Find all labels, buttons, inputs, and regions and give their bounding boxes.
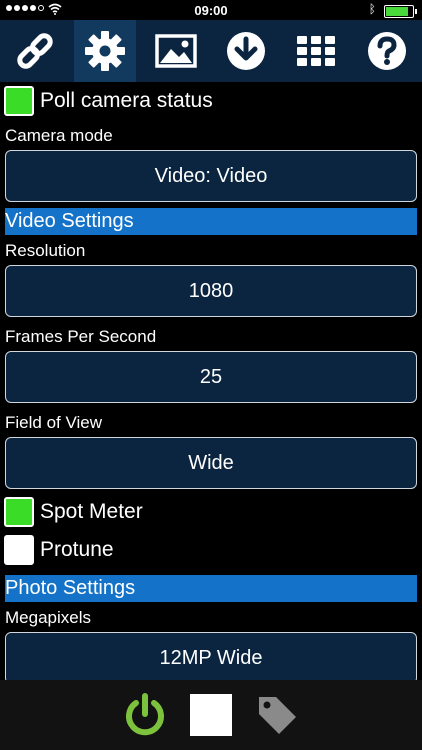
megapixels-select[interactable]: 12MP Wide <box>5 632 417 680</box>
camera-mode-select[interactable]: Video: Video <box>5 150 417 202</box>
spot-meter-checkbox[interactable] <box>4 497 34 527</box>
protune-row[interactable]: Protune <box>0 531 422 569</box>
video-settings-header: Video Settings <box>5 208 417 235</box>
stop-button[interactable] <box>187 691 235 739</box>
apps-tab[interactable] <box>285 20 347 82</box>
link-icon <box>17 33 53 69</box>
resolution-value: 1080 <box>188 279 234 302</box>
gallery-tab[interactable] <box>145 20 207 82</box>
spot-meter-label: Spot Meter <box>40 500 143 523</box>
bluetooth-icon: ᛒ <box>368 2 376 16</box>
grid-apps-icon <box>297 36 336 66</box>
settings-tab[interactable] <box>74 20 137 82</box>
protune-checkbox[interactable] <box>4 535 34 565</box>
fps-select[interactable]: 25 <box>5 351 417 403</box>
tag-icon <box>259 697 296 734</box>
megapixels-value: 12MP Wide <box>159 646 263 669</box>
spot-meter-row[interactable]: Spot Meter <box>0 493 422 531</box>
stop-icon <box>190 694 232 736</box>
bottom-action-bar <box>0 680 422 750</box>
settings-gear-icon <box>85 31 126 71</box>
gallery-image-icon <box>155 34 197 68</box>
power-icon <box>126 693 164 736</box>
status-bar: 09:00 ᛒ <box>0 0 422 20</box>
protune-label: Protune <box>40 538 114 561</box>
settings-list[interactable]: Poll camera status Camera mode Video: Vi… <box>0 82 422 680</box>
poll-camera-status-checkbox[interactable] <box>4 86 34 116</box>
download-tab[interactable] <box>215 20 277 82</box>
camera-mode-label: Camera mode <box>5 126 113 145</box>
status-time: 09:00 <box>194 3 228 18</box>
help-icon <box>367 32 406 70</box>
photo-settings-header: Photo Settings <box>5 575 417 602</box>
top-toolbar <box>0 20 422 82</box>
megapixels-label: Megapixels <box>5 608 91 627</box>
download-icon <box>227 32 266 70</box>
fps-value: 25 <box>199 365 223 388</box>
help-tab[interactable] <box>356 20 418 82</box>
fov-select[interactable]: Wide <box>5 437 417 489</box>
battery-icon <box>384 5 417 18</box>
resolution-select[interactable]: 1080 <box>5 265 417 317</box>
camera-mode-value: Video: Video <box>154 164 268 187</box>
fov-label: Field of View <box>5 413 103 432</box>
power-button[interactable] <box>121 691 169 739</box>
resolution-label: Resolution <box>5 241 86 260</box>
tag-button[interactable] <box>253 691 301 739</box>
poll-camera-status-row[interactable]: Poll camera status <box>0 82 422 120</box>
poll-camera-status-label: Poll camera status <box>40 89 213 112</box>
link-tab[interactable] <box>4 20 66 82</box>
fps-label: Frames Per Second <box>5 327 157 346</box>
fov-value: Wide <box>188 451 234 474</box>
